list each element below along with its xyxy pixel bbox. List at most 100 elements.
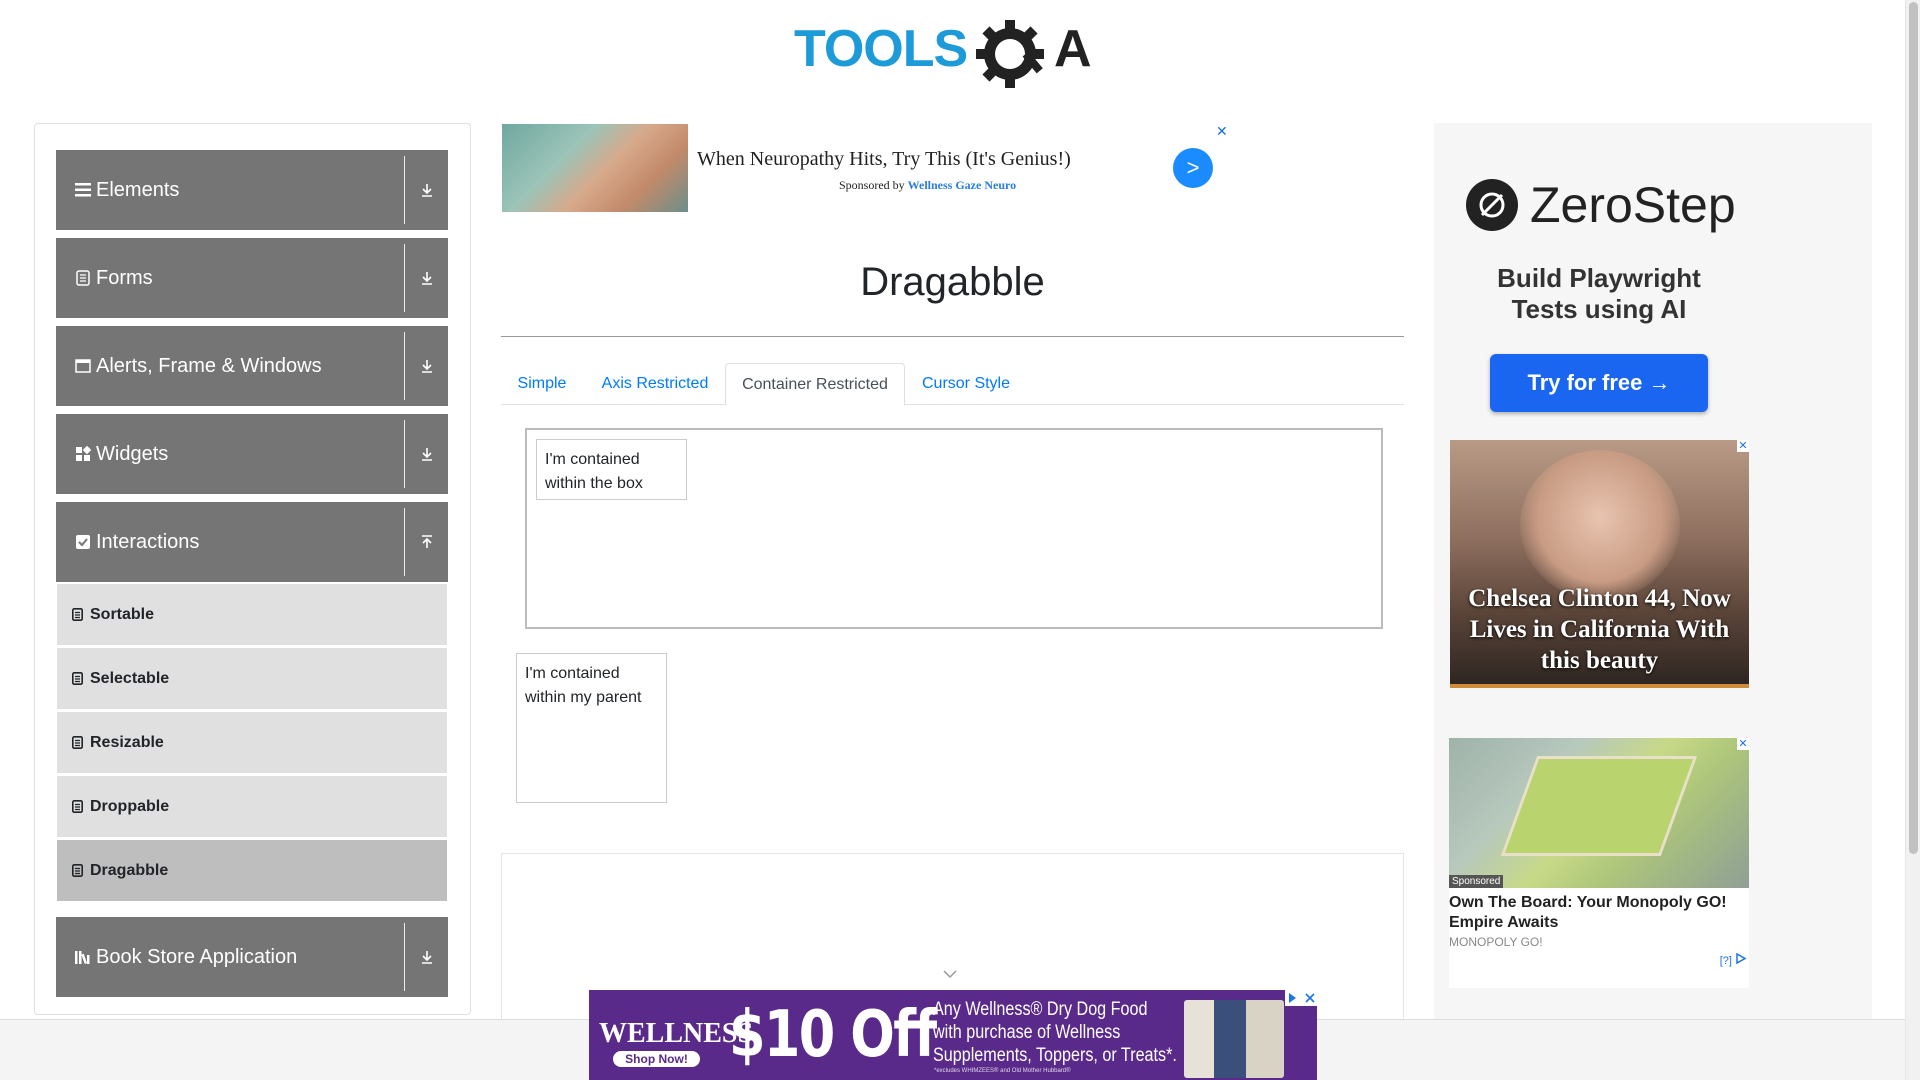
list-icon	[72, 672, 84, 686]
wellness-logo: WELLNESS Shop Now!	[599, 1004, 754, 1070]
adchoices-icon[interactable]: [?]	[1720, 952, 1747, 967]
wellness-ad[interactable]: WELLNESS Shop Now! $10 Off Any Wellness®…	[589, 990, 1317, 1080]
monopoly-ad[interactable]: Sponsored Own The Board: Your Monopoly G…	[1449, 738, 1749, 988]
ad-sponsored-by-label: Sponsored by	[839, 178, 905, 192]
ad-headline[interactable]: When Neuropathy Hits, Try This (It's Gen…	[697, 148, 1071, 171]
title-divider	[501, 336, 1404, 337]
ad-sponsor-link[interactable]: Wellness Gaze Neuro	[908, 178, 1016, 192]
zerostep-tagline-line-1: Build Playwright	[1497, 263, 1701, 293]
left-nav-panel: Elements Forms Alerts, Frame & Windows W…	[34, 123, 471, 1015]
ad-close-icon[interactable]	[1285, 990, 1317, 1006]
wellness-price: $10 Off	[729, 998, 937, 1072]
nav-group-label: Book Store Application	[96, 945, 298, 968]
wellness-shop-button[interactable]: Shop Now!	[613, 1051, 700, 1067]
dog-food-bags-image	[1184, 1000, 1284, 1078]
nav-group-label: Alerts, Frame & Windows	[96, 354, 322, 377]
ad-byline: Sponsored by Wellness Gaze Neuro	[839, 178, 1016, 193]
draggable-text-contained[interactable]: I'm contained within my parent	[517, 654, 657, 718]
tab-simple[interactable]: Simple	[501, 363, 583, 405]
top-advertisement[interactable]: When Neuropathy Hits, Try This (It's Gen…	[501, 123, 1228, 213]
zerostep-logo-icon	[1466, 179, 1518, 231]
hamburger-icon	[74, 181, 92, 199]
scrollbar-thumb[interactable]	[1909, 2, 1918, 854]
nav-group-interactions[interactable]: Interactions	[56, 502, 448, 582]
chevron-down-icon[interactable]	[943, 969, 957, 979]
ad-go-button[interactable]: >	[1173, 148, 1213, 188]
nav-group-elements[interactable]: Elements	[56, 150, 448, 230]
zerostep-brand-text: ZeroStep	[1530, 177, 1736, 233]
expand-arrow-icon[interactable]	[405, 183, 448, 197]
ad-close-icon[interactable]: ✕	[1737, 440, 1749, 452]
monopoly-ad-image[interactable]	[1449, 738, 1749, 888]
wellness-fine-print: *excludes WHIMZEES® and Old Mother Hubba…	[934, 1068, 1071, 1074]
nav-group-label: Interactions	[96, 530, 200, 553]
zerostep-ad[interactable]: ZeroStep Build Playwright Tests using AI…	[1450, 138, 1748, 428]
form-icon	[74, 269, 92, 287]
ad-accent-bar	[1450, 684, 1749, 688]
expand-arrow-icon[interactable]	[405, 950, 448, 964]
window-icon	[74, 357, 92, 375]
zerostep-brand: ZeroStep	[1466, 176, 1736, 234]
ad-info-link[interactable]: [?]	[1720, 955, 1732, 967]
game-board-shape	[1500, 756, 1698, 856]
sidebar-item-label: Sortable	[90, 605, 155, 623]
expand-arrow-icon[interactable]	[405, 447, 448, 461]
wellness-copy-line-1: Any Wellness® Dry Dog Food	[933, 999, 1148, 1020]
list-icon	[72, 800, 84, 814]
wellness-copy-line-3: Supplements, Toppers, or Treats*.	[933, 1045, 1177, 1066]
sidebar-item-dragabble[interactable]: Dragabble	[57, 840, 447, 902]
zerostep-tagline: Build Playwright Tests using AI	[1450, 263, 1748, 325]
logo-a-text: A	[1054, 20, 1092, 78]
sidebar-item-label: Dragabble	[90, 861, 169, 879]
monopoly-ad-headline[interactable]: Own The Board: Your Monopoly GO! Empire …	[1449, 893, 1749, 933]
nav-group-label: Elements	[96, 178, 180, 201]
ad-photo-face	[1520, 450, 1680, 600]
chelsea-ad-caption[interactable]: Chelsea Clinton 44, Now Lives in Califor…	[1450, 583, 1749, 676]
list-icon	[72, 608, 84, 622]
widgets-icon	[74, 445, 92, 463]
expand-arrow-icon[interactable]	[405, 271, 448, 285]
page-scrollbar[interactable]	[1905, 0, 1920, 1080]
list-icon	[72, 864, 84, 878]
parent-container: I'm contained within my parent	[516, 653, 667, 803]
monopoly-ad-source: MONOPOLY GO!	[1449, 935, 1543, 949]
wellness-brand: WELLNESS	[599, 1018, 754, 1049]
sidebar-item-droppable[interactable]: Droppable	[57, 776, 447, 838]
zerostep-tagline-line-2: Tests using AI	[1511, 294, 1687, 324]
drag-tabs: Simple Axis Restricted Container Restric…	[501, 363, 1404, 406]
containment-wrapper: I'm contained within the box	[525, 428, 1383, 629]
ad-image-feet[interactable]	[502, 124, 688, 212]
ad-close-icon[interactable]: ✕	[1737, 738, 1749, 750]
nav-group-alerts-frame-windows[interactable]: Alerts, Frame & Windows	[56, 326, 448, 406]
sidebar-item-label: Selectable	[90, 669, 170, 687]
toolsqa-logo[interactable]: TOOLS A	[792, 14, 1114, 92]
sidebar-item-selectable[interactable]: Selectable	[57, 648, 447, 710]
tab-axis-restricted[interactable]: Axis Restricted	[585, 363, 725, 405]
sidebar-item-resizable[interactable]: Resizable	[57, 712, 447, 774]
interactions-icon	[74, 533, 92, 551]
draggable-box-contained[interactable]: I'm contained within the box	[536, 439, 687, 500]
sidebar-item-label: Droppable	[90, 797, 170, 815]
chelsea-ad[interactable]: Chelsea Clinton 44, Now Lives in Califor…	[1450, 440, 1749, 688]
site-header: TOOLS A	[0, 0, 1905, 110]
books-icon	[74, 948, 92, 966]
gear-icon	[976, 20, 1044, 88]
tab-container-restricted[interactable]: Container Restricted	[725, 363, 905, 406]
nav-group-widgets[interactable]: Widgets	[56, 414, 448, 494]
page-title: Dragabble	[860, 260, 1045, 304]
collapse-arrow-icon[interactable]	[405, 535, 448, 549]
sidebar-item-label: Resizable	[90, 733, 164, 751]
list-icon	[72, 736, 84, 750]
nav-group-book-store[interactable]: Book Store Application	[56, 917, 448, 997]
wellness-copy: Any Wellness® Dry Dog Food with purchase…	[933, 998, 1177, 1067]
nav-group-label: Forms	[96, 266, 153, 289]
nav-group-forms[interactable]: Forms	[56, 238, 448, 318]
wellness-copy-line-2: with purchase of Wellness	[933, 1022, 1121, 1043]
ad-close-icon[interactable]: ✕	[1216, 123, 1228, 140]
zerostep-try-button[interactable]: Try for free →	[1490, 354, 1708, 412]
tab-cursor-style[interactable]: Cursor Style	[906, 363, 1026, 405]
sidebar-item-sortable[interactable]: Sortable	[57, 584, 447, 646]
logo-tools-text: TOOLS	[794, 20, 967, 78]
expand-arrow-icon[interactable]	[405, 359, 448, 373]
nav-group-label: Widgets	[96, 442, 169, 465]
